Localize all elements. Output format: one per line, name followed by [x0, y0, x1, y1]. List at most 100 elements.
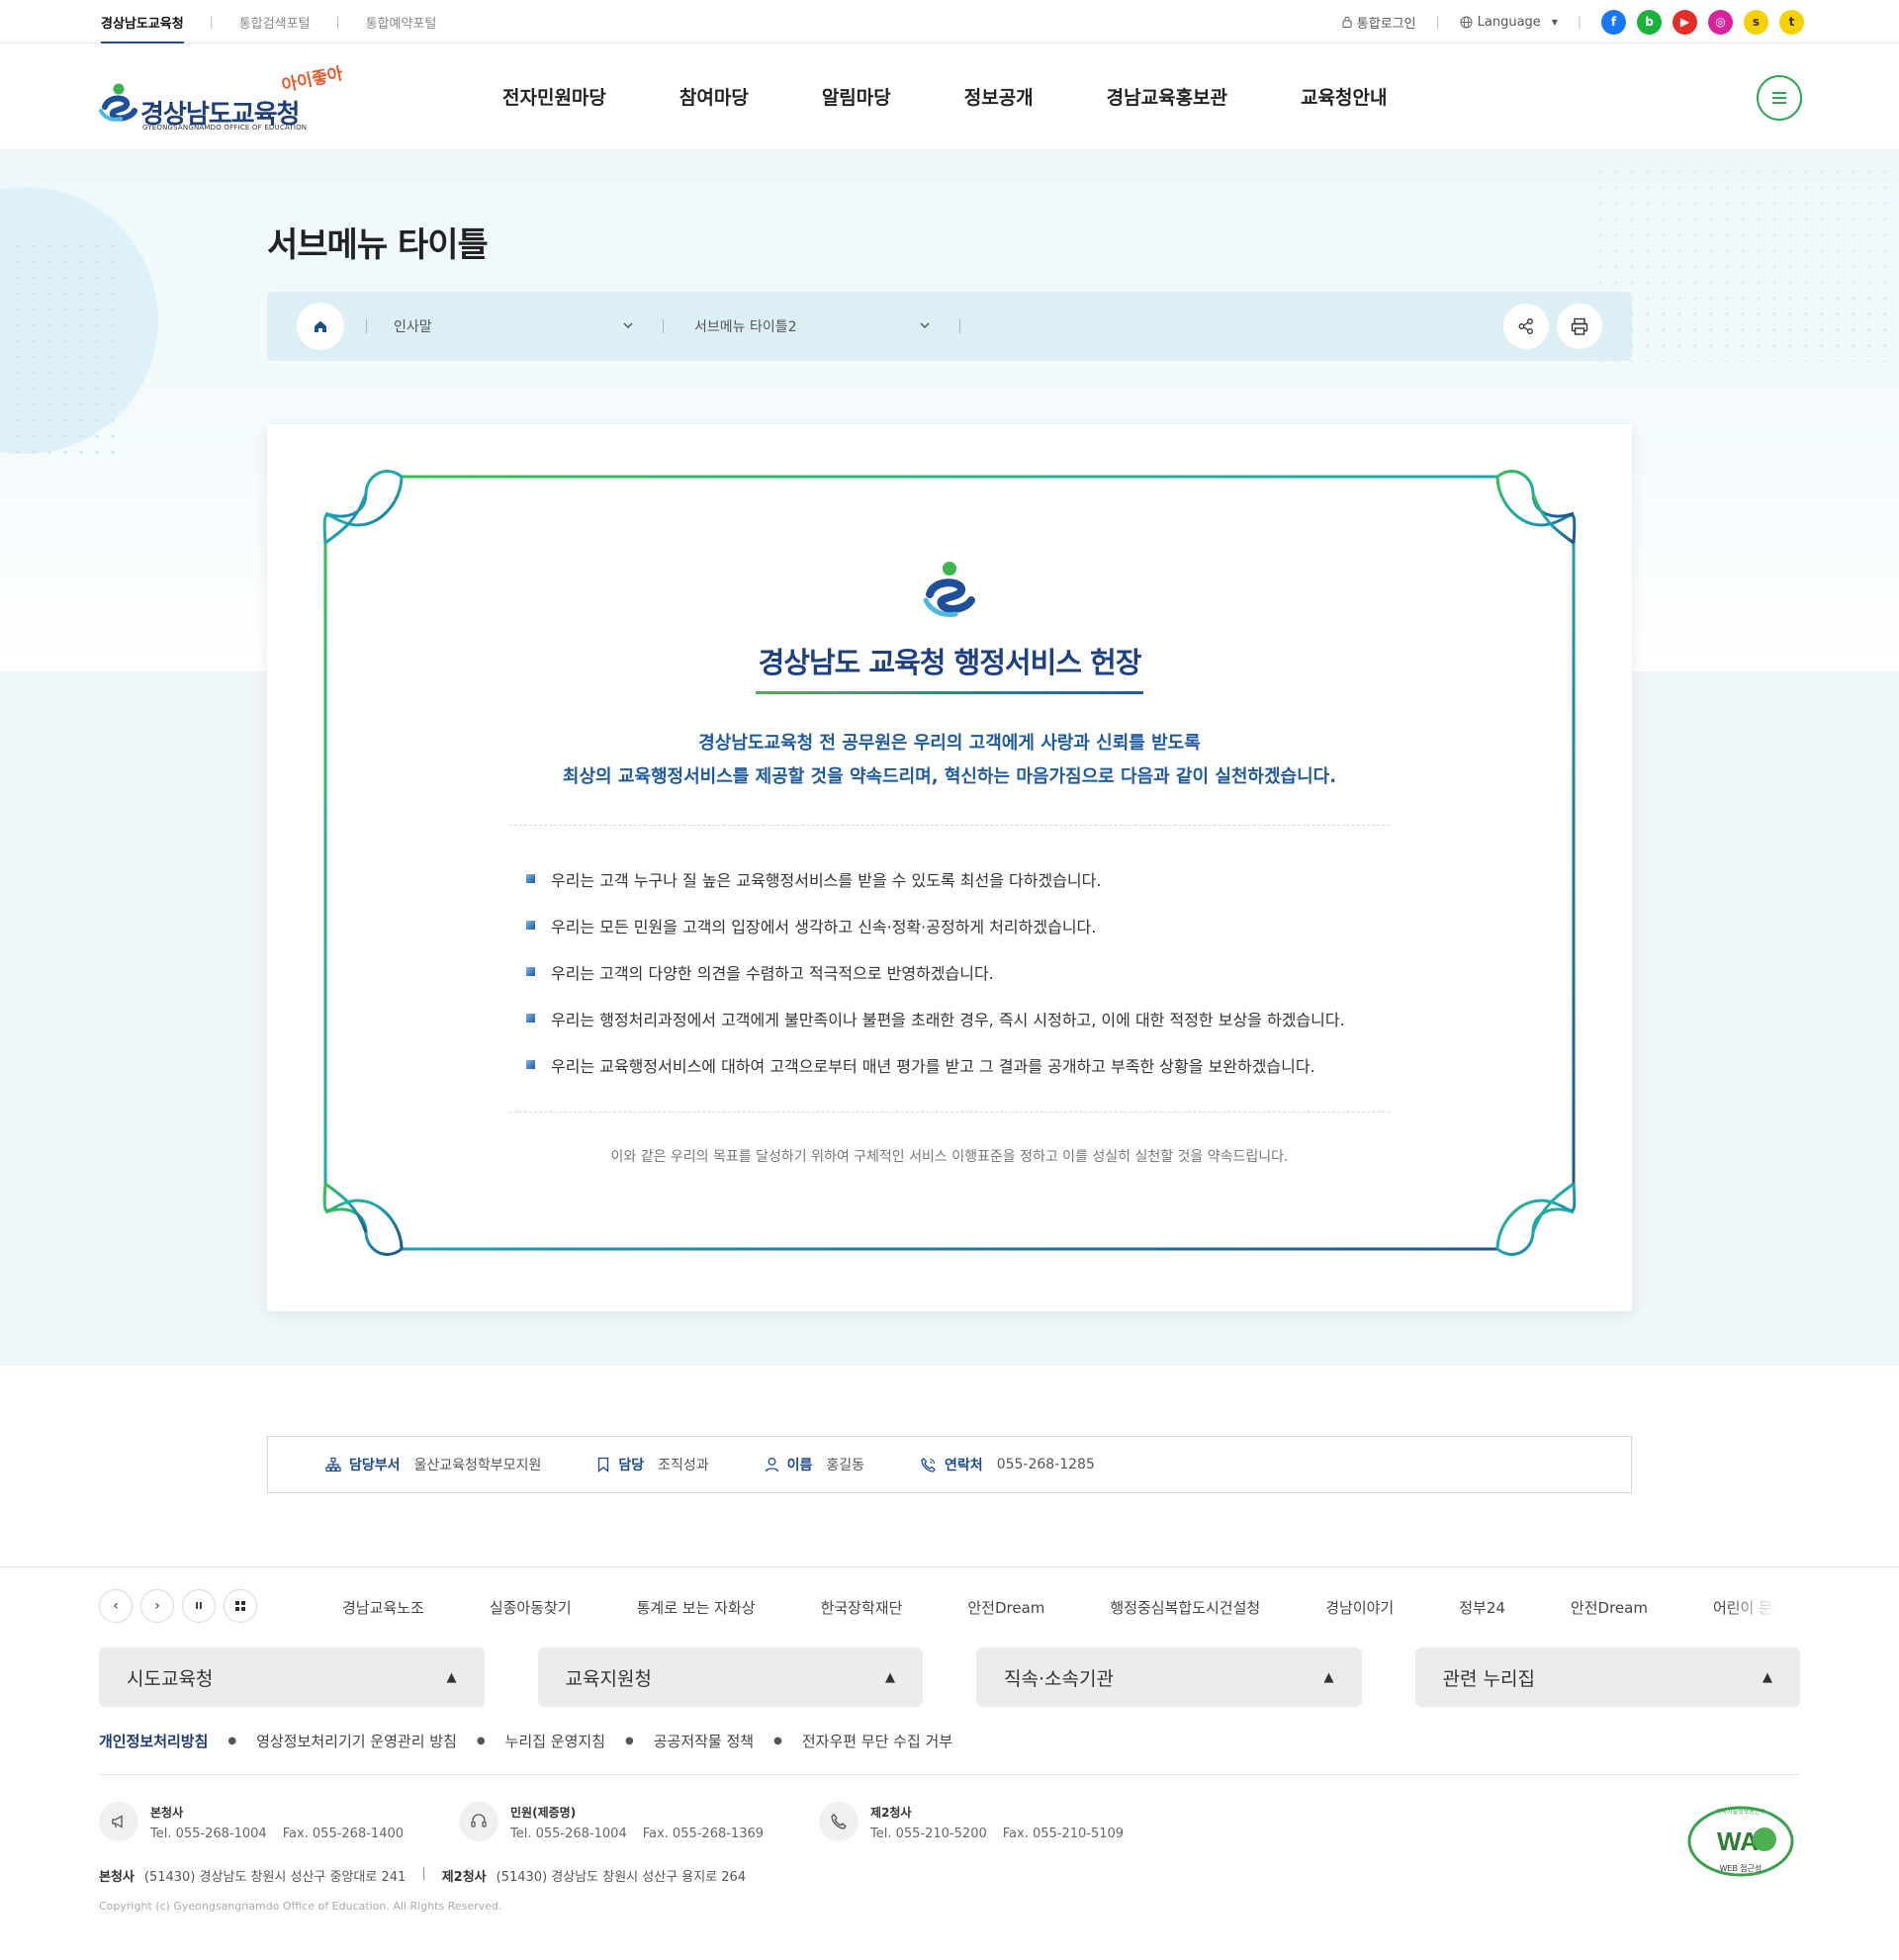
breadcrumb-level2-label: 서브메뉴 타이틀2	[694, 319, 797, 335]
breadcrumb-level2-dropdown[interactable]: 서브메뉴 타이틀2	[694, 292, 797, 361]
site-header: 경상남도교육청 GYEONGSANGNAMDO OFFICE OF EDUCAT…	[0, 44, 1899, 149]
pledge-text: 우리는 모든 민원을 고객의 입장에서 생각하고 신속·정확·공정하게 처리하겠…	[551, 917, 1097, 936]
contact-title: 본청사	[150, 1806, 184, 1820]
home-icon	[315, 320, 326, 332]
related-site-select[interactable]: 시도교육청 ▲	[99, 1648, 485, 1707]
phone-icon	[819, 1802, 859, 1841]
breadcrumb-level1-dropdown[interactable]: 인사말	[394, 292, 432, 361]
kakaostory-icon[interactable]: s	[1744, 9, 1768, 35]
dept-info: 담당부서 울산교육청학부모지원	[325, 1455, 541, 1474]
policy-link[interactable]: 개인정보처리방침	[99, 1731, 208, 1751]
decorative-dots	[10, 238, 119, 466]
gne-emblem-icon	[923, 562, 975, 617]
phone-icon	[921, 1457, 936, 1472]
dept-label: 담당부서	[349, 1458, 401, 1473]
banner-pause-button[interactable]: II	[182, 1589, 216, 1623]
top-site-tabs: 경상남도교육청 | 통합검색포털 | 통합예약포털	[101, 0, 437, 45]
caret-up-icon: ▲	[446, 1669, 457, 1685]
wa-mark-ring: 과학기술정보통신부	[1716, 1808, 1765, 1816]
banner-link[interactable]: 통계로 보는 자화상	[637, 1597, 756, 1618]
charter-intro: 경상남도교육청 전 공무원은 우리의 고객에게 사랑과 신뢰를 받도록 최상의 …	[267, 727, 1632, 794]
nav-e-civil[interactable]: 전자민원마당	[502, 83, 606, 110]
policy-link[interactable]: 영상정보처리기기 운영관리 방침	[256, 1731, 457, 1751]
youtube-icon[interactable]: ▶	[1673, 9, 1697, 35]
language-select[interactable]: Language ▼	[1460, 15, 1558, 30]
contact-info: 연락처 055-268-1285	[920, 1455, 1095, 1474]
hamburger-icon	[1772, 92, 1786, 94]
nav-information[interactable]: 정보공개	[964, 83, 1034, 110]
home-button[interactable]	[297, 303, 344, 350]
nav-promotion[interactable]: 경남교육홍보관	[1107, 83, 1227, 110]
gne-logo-icon	[99, 83, 137, 122]
person-icon	[765, 1458, 778, 1472]
policy-link[interactable]: 누리집 운영지침	[505, 1731, 605, 1751]
address-second: (51430) 경상남도 창원시 성산구 용지로 264	[496, 1870, 747, 1885]
nav-participation[interactable]: 참여마당	[679, 83, 749, 110]
related-site-select[interactable]: 관련 누리집 ▲	[1414, 1648, 1800, 1707]
logo-slogan: 아이좋아	[280, 63, 345, 97]
headset-icon	[459, 1802, 499, 1841]
banner-link[interactable]: 안전Dream	[1571, 1597, 1648, 1618]
main-navigation: 전자민원마당 참여마당 알림마당 정보공개 경남교육홍보관 교육청안내	[502, 44, 1460, 149]
pledge-text: 우리는 고객 누구나 질 높은 교육행정서비스를 받을 수 있도록 최선을 다하…	[551, 870, 1102, 890]
facebook-icon[interactable]: f	[1601, 9, 1626, 35]
related-site-select[interactable]: 직속·소속기관 ▲	[976, 1648, 1362, 1707]
banner-link[interactable]: 한국장학재단	[821, 1597, 903, 1618]
org-chart-icon	[325, 1457, 341, 1472]
separator-dot: ●	[625, 1735, 634, 1746]
all-menu-button[interactable]	[1757, 75, 1802, 121]
instagram-icon[interactable]: ◎	[1708, 9, 1733, 35]
banner-link[interactable]: 경남교육노조	[342, 1597, 424, 1618]
tab-gne[interactable]: 경상남도교육청	[101, 0, 184, 45]
banner-link[interactable]: 안전Dream	[967, 1597, 1044, 1618]
related-site-label: 직속·소속기관	[1004, 1667, 1114, 1690]
blog-icon[interactable]: b	[1637, 9, 1662, 35]
banner-link[interactable]: 실종아동찾기	[490, 1597, 572, 1618]
share-button[interactable]	[1503, 304, 1549, 349]
nav-notice[interactable]: 알림마당	[822, 83, 891, 110]
divider: |	[209, 15, 214, 29]
lock-icon	[1342, 16, 1352, 28]
policy-link[interactable]: 전자우편 무단 수집 거부	[802, 1731, 952, 1751]
login-link[interactable]: 통합로그인	[1342, 13, 1416, 32]
banner-zone: ‹ › II 경남교육노조 실종아동찾기 통계로 보는 자화상 한국장학재단 안전Dre…	[99, 1589, 1800, 1625]
footer-policy-links: 개인정보처리방침 ● 영상정보처리기기 운영관리 방침 ● 누리집 운영지침 ● 공공저작물…	[99, 1729, 952, 1752]
banner-link[interactable]: 행정중심복합도시건설청	[1110, 1597, 1260, 1618]
contact-civil: 민원(제증명) Tel. 055-268-1004 Fax. 055-268-13…	[459, 1802, 779, 1841]
related-site-select[interactable]: 교육지원청 ▲	[537, 1648, 923, 1707]
login-label: 통합로그인	[1356, 16, 1416, 32]
tab-search-portal[interactable]: 통합검색포털	[239, 0, 311, 44]
separator-dot: ●	[773, 1735, 782, 1746]
banner-link[interactable]: 정부24	[1459, 1597, 1505, 1618]
nav-office-guide[interactable]: 교육청안내	[1301, 83, 1387, 110]
footer-address: 본청사 (51430) 경상남도 창원시 성산구 중앙대로 241 | 제2청사…	[99, 1866, 746, 1885]
tab-reservation-portal[interactable]: 통합예약포털	[366, 0, 437, 44]
print-button[interactable]	[1557, 304, 1602, 349]
separator-dot: ●	[476, 1735, 486, 1746]
pledge-item: 우리는 모든 민원을 고객의 입장에서 생각하고 신속·정확·공정하게 처리하겠…	[526, 902, 1345, 948]
policy-link[interactable]: 공공저작물 정책	[654, 1731, 754, 1751]
banner-prev-button[interactable]: ‹	[99, 1589, 133, 1623]
address-second-label: 제2청사	[441, 1870, 487, 1885]
contact-title: 제2청사	[870, 1806, 912, 1820]
kakaotalk-icon[interactable]: t	[1779, 9, 1804, 35]
grid-icon	[235, 1601, 245, 1611]
copyright: Copyright (c) Gyeongsangnamdo Office of …	[99, 1900, 502, 1913]
contact-title: 민원(제증명)	[510, 1806, 577, 1820]
related-site-label: 교육지원청	[565, 1667, 652, 1690]
bullet-icon	[526, 1014, 535, 1023]
pledge-list: 우리는 고객 누구나 질 높은 교육행정서비스를 받을 수 있도록 최선을 다하…	[526, 855, 1345, 1088]
pledge-item: 우리는 고객 누구나 질 높은 교육행정서비스를 받을 수 있도록 최선을 다하…	[526, 855, 1345, 902]
charter-title: 경상남도 교육청 행정서비스 헌장	[758, 646, 1142, 679]
banner-all-button[interactable]	[224, 1589, 257, 1623]
site-logo[interactable]: 경상남도교육청 GYEONGSANGNAMDO OFFICE OF EDUCAT…	[99, 61, 366, 132]
charter-closing: 이와 같은 우리의 목표를 달성하기 위하여 구체적인 서비스 이행표준을 정하…	[610, 1149, 1289, 1165]
banner-link[interactable]: 경남이야기	[1325, 1597, 1394, 1618]
logo-english-name: GYEONGSANGNAMDO OFFICE OF EDUCATION	[142, 124, 308, 132]
pledge-text: 우리는 행정처리과정에서 고객에게 불만족이나 불편을 초래한 경우, 즉시 시…	[551, 1010, 1345, 1029]
contact-main-office: 본청사 Tel. 055-268-1004 Fax. 055-268-1400	[99, 1802, 419, 1841]
banner-next-button[interactable]: ›	[140, 1589, 174, 1623]
contact-fax: Fax. 055-268-1400	[282, 1826, 405, 1841]
bullet-icon	[526, 1060, 535, 1069]
contact-label: 연락처	[945, 1458, 983, 1473]
